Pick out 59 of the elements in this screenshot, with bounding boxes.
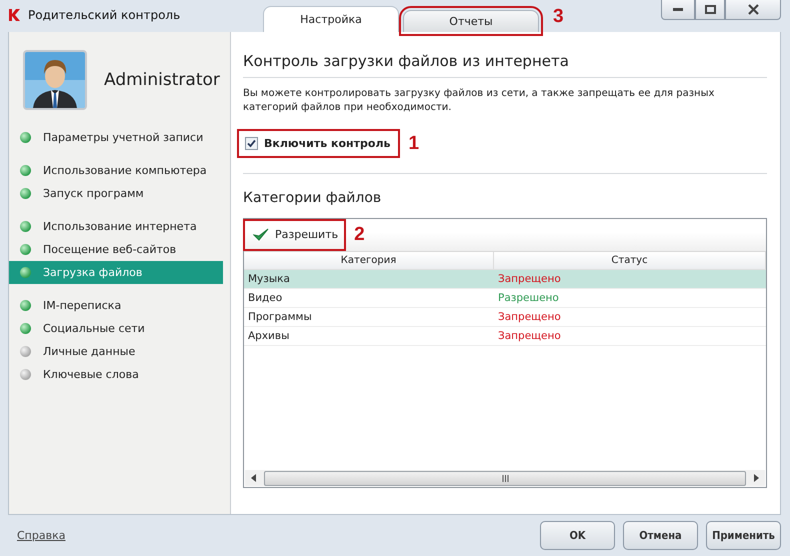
sidebar-item[interactable]: Социальные сети [9,317,223,340]
section-heading: Категории файлов [243,190,382,206]
sidebar-item[interactable]: Загрузка файлов [9,261,223,284]
tab[interactable]: Настройка [263,6,399,32]
category-cell-text: Музыка [247,273,291,285]
table-row[interactable]: Музыка Запрещено [244,270,766,289]
checkmark-icon [253,228,269,242]
maximize-icon [704,5,716,14]
checkmark-icon [247,139,256,148]
status-cell-text: Разрешено [497,292,560,304]
sidebar-item-label: Загрузка файлов [43,266,142,279]
category-cell-text: Видео [247,292,284,304]
help-link[interactable]: Справка [17,529,66,542]
callout-number: 3 [553,6,564,28]
maximize-button[interactable] [695,0,725,20]
callout-number: 2 [354,224,365,246]
enable-checkbox[interactable]: Включить контроль [237,129,400,158]
sidebar-item-label: Ключевые слова [43,368,139,381]
description-text: Вы можете контролировать загрузку файлов из сети, а также запрещать ее для разных категорий файлов при необходимости. [243,87,716,115]
sidebar-item-label: Запуск программ [43,187,144,200]
sidebar-item[interactable]: Личные данные [9,340,223,363]
scroll-right-icon[interactable] [753,474,759,482]
sidebar-item-label: Использование компьютера [43,164,207,177]
dialog-button[interactable]: OK [540,521,615,550]
status-cell-text: Запрещено [497,330,562,342]
close-icon [748,4,758,15]
minimize-button[interactable] [661,0,695,20]
dialog-button[interactable]: Применить [706,521,781,550]
dialog-button[interactable]: Отмена [623,521,698,550]
sidebar-item-label: Использование интернета [43,220,197,233]
sidebar-item-label: Посещение веб-сайтов [43,243,176,256]
sidebar-item-label: Социальные сети [43,322,145,335]
column-header[interactable]: Статус [494,252,766,269]
column-header[interactable]: Категория [244,252,494,269]
app-logo-icon [8,8,22,22]
category-cell-text: Архивы [247,330,290,342]
scroll-left-icon[interactable] [251,474,257,482]
sidebar-item[interactable]: Использование интернета [9,215,223,238]
sidebar-item[interactable]: Использование компьютера [9,159,223,182]
sidebar-item[interactable]: Ключевые слова [9,363,223,386]
window-title: Родительский контроль [28,8,180,22]
sidebar-item-label: Личные данные [43,345,136,358]
category-cell-text: Программы [247,311,313,323]
horizontal-scrollbar[interactable] [245,470,765,486]
sidebar-item[interactable]: Запуск программ [9,182,223,205]
sidebar-item[interactable]: Параметры учетной записи [9,126,223,149]
page-heading: Контроль загрузки файлов из интернета [243,52,767,78]
sidebar-item-label: IM-переписка [43,299,122,312]
minimize-icon [673,8,683,11]
callout-number: 1 [408,132,420,154]
user-name: Administrator [104,70,220,90]
sidebar-item[interactable]: IM-переписка [9,294,223,317]
grip-icon [502,474,508,482]
allow-button[interactable]: Разрешить [243,218,346,250]
close-button[interactable] [725,0,781,20]
sidebar-item[interactable]: Посещение веб-сайтов [9,238,223,261]
status-cell-text: Запрещено [497,273,562,285]
status-cell-text: Запрещено [497,311,562,323]
sidebar-item-label: Параметры учетной записи [43,131,204,144]
